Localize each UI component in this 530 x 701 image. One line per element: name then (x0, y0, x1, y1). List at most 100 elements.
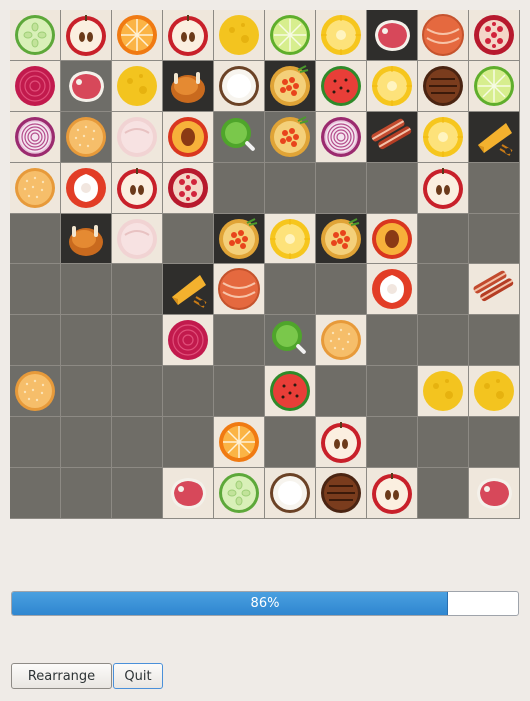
tile-pomegranate[interactable] (163, 162, 214, 214)
tile-apple[interactable] (61, 10, 112, 61)
tile-cheese-wedge[interactable] (469, 111, 520, 163)
empty-cell[interactable] (316, 162, 367, 214)
tile-beet[interactable] (163, 315, 214, 367)
tile-bell-pepper[interactable] (367, 264, 418, 316)
tile-pineapple[interactable] (367, 60, 418, 112)
tile-watermelon[interactable] (316, 60, 367, 112)
tile-salmon-roe[interactable] (214, 213, 265, 265)
empty-cell[interactable] (265, 264, 316, 316)
empty-cell[interactable] (469, 315, 520, 367)
empty-cell[interactable] (163, 213, 214, 265)
empty-cell[interactable] (10, 417, 61, 469)
tile-steak[interactable] (61, 60, 112, 112)
tile-cookie[interactable] (10, 162, 61, 214)
tile-pomegranate[interactable] (469, 10, 520, 61)
empty-cell[interactable] (469, 162, 520, 214)
tile-apple[interactable] (163, 10, 214, 61)
tile-lime[interactable] (469, 60, 520, 112)
empty-cell[interactable] (10, 264, 61, 316)
empty-cell[interactable] (418, 264, 469, 316)
tile-salmon-roe[interactable] (265, 111, 316, 163)
tile-cucumber[interactable] (214, 468, 265, 519)
tile-cookie[interactable] (61, 111, 112, 163)
empty-cell[interactable] (61, 366, 112, 418)
empty-cell[interactable] (112, 417, 163, 469)
tile-cheese-wedge[interactable] (163, 264, 214, 316)
empty-cell[interactable] (418, 213, 469, 265)
empty-cell[interactable] (316, 366, 367, 418)
tile-coconut[interactable] (214, 60, 265, 112)
empty-cell[interactable] (367, 417, 418, 469)
tile-coconut[interactable] (265, 468, 316, 519)
tile-burger[interactable] (418, 60, 469, 112)
empty-cell[interactable] (10, 213, 61, 265)
tile-lollipop[interactable] (214, 111, 265, 163)
empty-cell[interactable] (214, 366, 265, 418)
tile-burger[interactable] (316, 468, 367, 519)
tile-salmon[interactable] (418, 10, 469, 61)
tile-lime[interactable] (265, 10, 316, 61)
tile-bacon[interactable] (367, 111, 418, 163)
tile-ice-cream[interactable] (112, 213, 163, 265)
tile-roast-chicken[interactable] (61, 213, 112, 265)
empty-cell[interactable] (418, 417, 469, 469)
tile-cookie[interactable] (10, 366, 61, 418)
empty-cell[interactable] (316, 264, 367, 316)
empty-cell[interactable] (214, 162, 265, 214)
empty-cell[interactable] (61, 417, 112, 469)
empty-cell[interactable] (61, 315, 112, 367)
tile-red-onion[interactable] (316, 111, 367, 163)
empty-cell[interactable] (367, 366, 418, 418)
empty-cell[interactable] (367, 162, 418, 214)
tile-cheese[interactable] (214, 10, 265, 61)
tile-pineapple[interactable] (316, 10, 367, 61)
empty-cell[interactable] (112, 366, 163, 418)
empty-cell[interactable] (61, 468, 112, 519)
tile-salmon[interactable] (214, 264, 265, 316)
tile-roast-chicken[interactable] (163, 60, 214, 112)
empty-cell[interactable] (418, 468, 469, 519)
empty-cell[interactable] (418, 315, 469, 367)
empty-cell[interactable] (163, 366, 214, 418)
tile-cheese[interactable] (112, 60, 163, 112)
empty-cell[interactable] (112, 264, 163, 316)
tile-ice-cream[interactable] (112, 111, 163, 163)
tile-cheese[interactable] (469, 366, 520, 418)
tile-peach[interactable] (367, 213, 418, 265)
tile-red-onion[interactable] (10, 111, 61, 163)
empty-cell[interactable] (265, 417, 316, 469)
tile-pineapple[interactable] (418, 111, 469, 163)
tile-lollipop[interactable] (265, 315, 316, 367)
rearrange-button[interactable]: Rearrange (11, 663, 112, 689)
empty-cell[interactable] (61, 264, 112, 316)
tile-beet[interactable] (10, 60, 61, 112)
empty-cell[interactable] (10, 315, 61, 367)
quit-button[interactable]: Quit (113, 663, 163, 689)
empty-cell[interactable] (367, 315, 418, 367)
tile-cookie[interactable] (316, 315, 367, 367)
tile-bell-pepper[interactable] (61, 162, 112, 214)
tile-orange[interactable] (214, 417, 265, 469)
empty-cell[interactable] (112, 315, 163, 367)
tile-bacon[interactable] (469, 264, 520, 316)
tile-salmon-roe[interactable] (316, 213, 367, 265)
tile-apple[interactable] (367, 468, 418, 519)
empty-cell[interactable] (112, 468, 163, 519)
tile-apple[interactable] (316, 417, 367, 469)
tile-steak[interactable] (367, 10, 418, 61)
empty-cell[interactable] (469, 417, 520, 469)
tile-watermelon[interactable] (265, 366, 316, 418)
empty-cell[interactable] (265, 162, 316, 214)
tile-steak[interactable] (469, 468, 520, 519)
tile-pineapple[interactable] (265, 213, 316, 265)
tile-cheese[interactable] (418, 366, 469, 418)
empty-cell[interactable] (10, 468, 61, 519)
tile-salmon-roe[interactable] (265, 60, 316, 112)
tile-apple[interactable] (418, 162, 469, 214)
tile-orange[interactable] (112, 10, 163, 61)
empty-cell[interactable] (214, 315, 265, 367)
tile-cucumber[interactable] (10, 10, 61, 61)
empty-cell[interactable] (469, 213, 520, 265)
empty-cell[interactable] (163, 417, 214, 469)
tile-peach[interactable] (163, 111, 214, 163)
